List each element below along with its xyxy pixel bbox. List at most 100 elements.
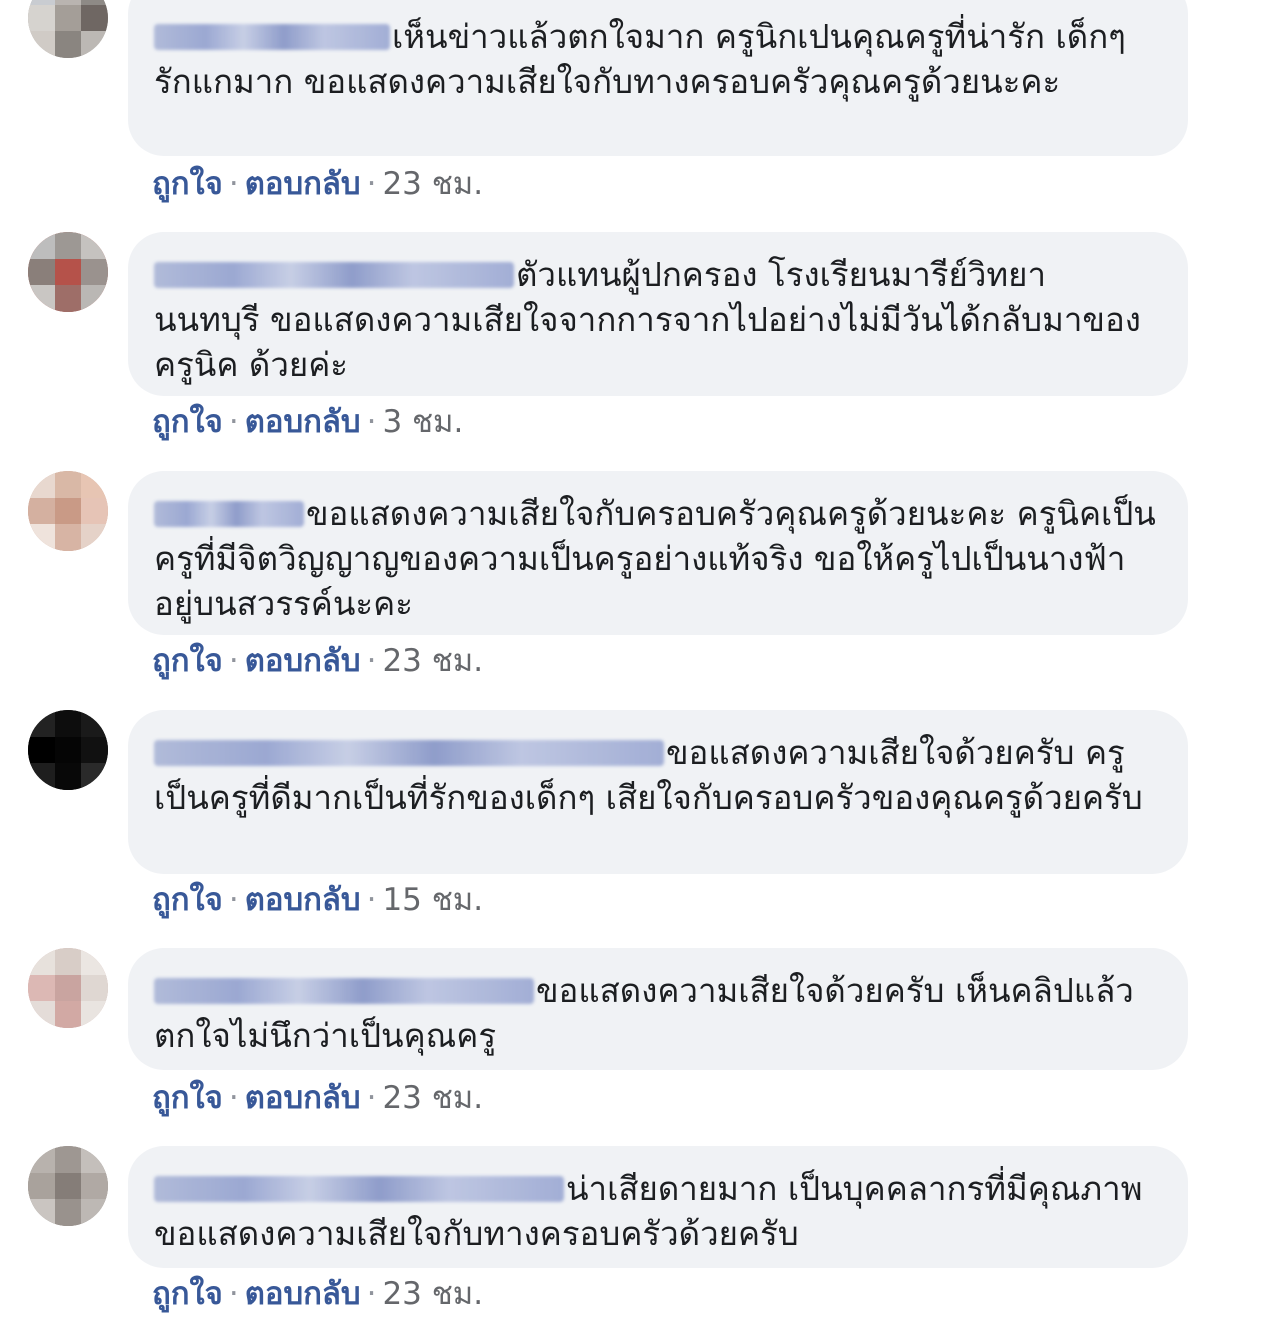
avatar[interactable] — [28, 0, 108, 58]
avatar-pixel — [81, 471, 108, 498]
commenter-name[interactable] — [154, 978, 534, 1004]
avatar-pixel — [28, 285, 55, 312]
avatar-pixel — [28, 948, 55, 975]
avatar-pixel — [54, 948, 82, 975]
comment-actions: ถูกใจ · ตอบกลับ · 23 ชม. — [152, 1274, 483, 1314]
avatar-pixel — [54, 763, 82, 790]
avatar-pixel — [54, 524, 82, 551]
reply-button[interactable]: ตอบกลับ — [245, 882, 361, 918]
reply-button[interactable]: ตอบกลับ — [245, 404, 361, 440]
commenter-name[interactable] — [154, 501, 304, 527]
avatar-pixel — [54, 258, 82, 286]
comment-bubble: น่าเสียดายมาก เป็นบุคคลากรที่มีคุณภาพ ขอ… — [128, 1146, 1188, 1268]
avatar-pixel — [81, 524, 108, 551]
comment-actions: ถูกใจ · ตอบกลับ · 15 ชม. — [152, 880, 483, 920]
avatar-pixel — [81, 1199, 108, 1226]
separator: · — [228, 882, 239, 918]
comment-text: ขอแสดงความเสียใจกับครอบครัวคุณครูด้วยนะค… — [154, 494, 1156, 623]
separator: · — [228, 1276, 239, 1312]
comment-actions: ถูกใจ · ตอบกลับ · 23 ชม. — [152, 1078, 483, 1118]
avatar-pixel — [81, 974, 108, 1002]
avatar-pixel — [28, 1001, 55, 1028]
comment-timestamp[interactable]: 23 ชม. — [382, 1276, 483, 1312]
avatar-pixel — [54, 736, 82, 764]
avatar-pixel — [81, 1001, 108, 1028]
avatar-pixel — [54, 1199, 82, 1226]
comment-timestamp[interactable]: 15 ชม. — [382, 882, 483, 918]
separator: · — [366, 404, 377, 440]
avatar-pixel — [54, 4, 82, 32]
avatar-pixel — [81, 285, 108, 312]
separator: · — [366, 882, 377, 918]
avatar-pixel — [28, 471, 55, 498]
comment-bubble: ขอแสดงความเสียใจด้วยครับ เห็นคลิปแล้วตกใ… — [128, 948, 1188, 1070]
like-button[interactable]: ถูกใจ — [152, 643, 223, 679]
avatar-pixel — [54, 232, 82, 259]
comment-timestamp[interactable]: 23 ชม. — [382, 166, 483, 202]
commenter-name[interactable] — [154, 24, 390, 50]
like-button[interactable]: ถูกใจ — [152, 882, 223, 918]
avatar-pixel — [81, 258, 108, 286]
like-button[interactable]: ถูกใจ — [152, 1276, 223, 1312]
avatar-pixel — [28, 763, 55, 790]
avatar-pixel — [81, 710, 108, 737]
avatar-pixel — [81, 736, 108, 764]
like-button[interactable]: ถูกใจ — [152, 1080, 223, 1116]
avatar-pixel — [54, 497, 82, 525]
avatar-pixel — [81, 497, 108, 525]
like-button[interactable]: ถูกใจ — [152, 404, 223, 440]
avatar-pixel — [81, 1172, 108, 1200]
separator: · — [228, 166, 239, 202]
reply-button[interactable]: ตอบกลับ — [245, 643, 361, 679]
avatar-pixel — [54, 285, 82, 312]
avatar[interactable] — [28, 948, 108, 1028]
comment-timestamp[interactable]: 23 ชม. — [382, 1080, 483, 1116]
avatar[interactable] — [28, 710, 108, 790]
avatar-pixel — [54, 471, 82, 498]
avatar-pixel — [28, 524, 55, 551]
commenter-name[interactable] — [154, 740, 664, 766]
avatar-pixel — [28, 710, 55, 737]
reply-button[interactable]: ตอบกลับ — [245, 166, 361, 202]
reply-button[interactable]: ตอบกลับ — [245, 1276, 361, 1312]
avatar-pixel — [81, 232, 108, 259]
avatar-pixel — [28, 31, 55, 58]
avatar-pixel — [54, 1146, 82, 1173]
comment-bubble: ตัวแทนผู้ปกครอง โรงเรียนมารีย์วิทยา นนทบ… — [128, 232, 1188, 396]
reply-button[interactable]: ตอบกลับ — [245, 1080, 361, 1116]
comment-actions: ถูกใจ · ตอบกลับ · 3 ชม. — [152, 402, 463, 442]
avatar-pixel — [28, 974, 55, 1002]
avatar-pixel — [28, 232, 55, 259]
avatar-pixel — [81, 763, 108, 790]
comment-bubble: เห็นข่าวแล้วตกใจมาก ครูนิกเปนคุณครูที่น่… — [128, 0, 1188, 156]
avatar-pixel — [28, 258, 55, 286]
avatar-pixel — [28, 1172, 55, 1200]
avatar-pixel — [81, 31, 108, 58]
avatar[interactable] — [28, 471, 108, 551]
comment-actions: ถูกใจ · ตอบกลับ · 23 ชม. — [152, 641, 483, 681]
avatar-pixel — [28, 1146, 55, 1173]
avatar-pixel — [54, 1001, 82, 1028]
comment-timestamp[interactable]: 23 ชม. — [382, 643, 483, 679]
avatar-pixel — [54, 31, 82, 58]
separator: · — [228, 1080, 239, 1116]
avatar-pixel — [28, 1199, 55, 1226]
separator: · — [366, 166, 377, 202]
comment-timestamp[interactable]: 3 ชม. — [382, 404, 463, 440]
like-button[interactable]: ถูกใจ — [152, 166, 223, 202]
comment-bubble: ขอแสดงความเสียใจด้วยครับ ครูเป็นครูที่ดี… — [128, 710, 1188, 874]
commenter-name[interactable] — [154, 262, 514, 288]
avatar[interactable] — [28, 232, 108, 312]
avatar-pixel — [28, 4, 55, 32]
comment-actions: ถูกใจ · ตอบกลับ · 23 ชม. — [152, 164, 483, 204]
avatar[interactable] — [28, 1146, 108, 1226]
avatar-pixel — [28, 497, 55, 525]
avatar-pixel — [81, 4, 108, 32]
separator: · — [228, 643, 239, 679]
commenter-name[interactable] — [154, 1176, 564, 1202]
comment-bubble: ขอแสดงความเสียใจกับครอบครัวคุณครูด้วยนะค… — [128, 471, 1188, 635]
avatar-pixel — [54, 1172, 82, 1200]
avatar-pixel — [81, 1146, 108, 1173]
avatar-pixel — [81, 948, 108, 975]
separator: · — [228, 404, 239, 440]
